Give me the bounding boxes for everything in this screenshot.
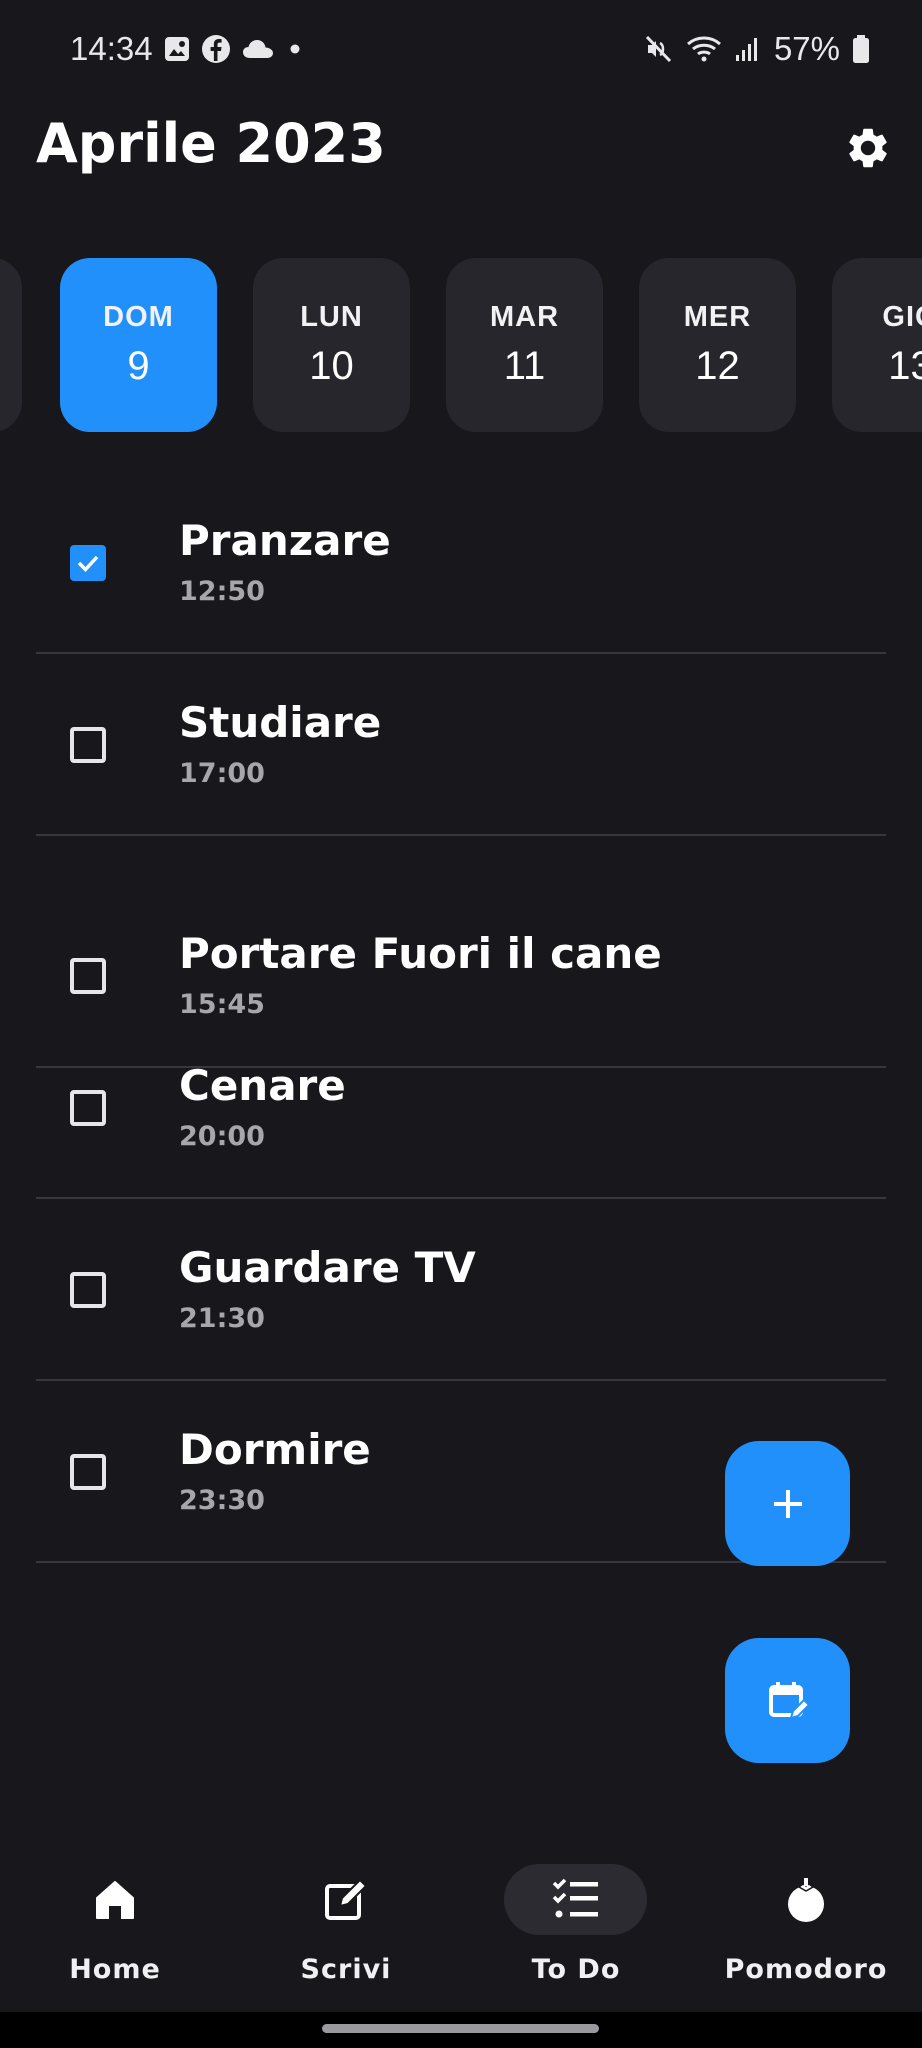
calendar-edit-icon: [768, 1681, 810, 1719]
task-time: 21:30: [179, 1303, 265, 1334]
day-name: MER: [683, 301, 752, 333]
task-title: Studiare: [179, 698, 382, 747]
day-card[interactable]: GIO 13: [832, 258, 922, 432]
divider: [36, 1379, 886, 1381]
task-checkbox[interactable]: [70, 958, 106, 994]
status-bar: 14:34 57%: [0, 0, 922, 100]
nav-todo[interactable]: To Do: [476, 1836, 676, 2012]
status-right: 57%: [642, 30, 870, 68]
task-title: Portare Fuori il cane: [179, 929, 662, 978]
gallery-icon: [165, 37, 189, 61]
day-strip[interactable]: DOM 9 LUN 10 MAR 11 MER 12 GIO 13: [0, 258, 922, 434]
day-name: DOM: [103, 301, 174, 333]
day-number: 11: [503, 344, 546, 388]
home-indicator[interactable]: [322, 2024, 599, 2033]
nav-home[interactable]: Home: [15, 1836, 215, 2012]
nav-scrivi[interactable]: Scrivi: [246, 1836, 446, 2012]
battery-percent: 57%: [773, 30, 840, 67]
tomato-icon: [780, 1874, 832, 1926]
task-title: Guardare TV: [179, 1243, 476, 1292]
nav-pomodoro[interactable]: Pomodoro: [706, 1836, 906, 2012]
battery-icon: [853, 35, 869, 63]
task-checkbox[interactable]: [70, 545, 106, 581]
nav-label: Pomodoro: [724, 1954, 888, 1985]
facebook-icon: [202, 35, 230, 63]
task-title: Dormire: [179, 1425, 371, 1474]
task-time: 17:00: [179, 758, 265, 789]
task-title: Cenare: [179, 1061, 346, 1110]
nav-label: Home: [69, 1954, 161, 1985]
day-card[interactable]: LUN 10: [253, 258, 410, 432]
gear-icon: [849, 128, 887, 168]
nav-label: To Do: [531, 1954, 621, 1985]
day-name: LUN: [300, 301, 363, 333]
cloud-icon: [243, 40, 273, 58]
day-name: MAR: [489, 301, 560, 333]
day-number: 13: [888, 344, 922, 388]
home-icon: [89, 1874, 141, 1926]
divider: [36, 834, 886, 836]
day-card-previous[interactable]: [0, 258, 22, 432]
wifi-icon: [686, 36, 721, 62]
plus-icon: [773, 1489, 802, 1518]
task-checkbox[interactable]: [70, 1454, 106, 1490]
day-number: 9: [127, 344, 150, 388]
task-time: 23:30: [179, 1485, 265, 1516]
task-time: 15:45: [179, 989, 265, 1020]
calendar-edit-button[interactable]: [725, 1638, 850, 1763]
add-task-button[interactable]: [725, 1441, 850, 1566]
task-checkbox[interactable]: [70, 1090, 106, 1126]
settings-button[interactable]: [840, 120, 896, 176]
day-card[interactable]: MAR 11: [446, 258, 603, 432]
day-card-selected[interactable]: DOM 9: [60, 258, 217, 432]
task-time: 20:00: [179, 1121, 265, 1152]
status-left-icons: [163, 34, 305, 64]
check-icon: [77, 555, 99, 573]
signal-icon: [735, 38, 757, 61]
day-card[interactable]: MER 12: [639, 258, 796, 432]
dot-icon: [290, 44, 300, 54]
page-title: Aprile 2023: [36, 112, 386, 175]
divider: [36, 652, 886, 654]
task-checkbox[interactable]: [70, 727, 106, 763]
nav-label: Scrivi: [300, 1954, 392, 1985]
task-checkbox[interactable]: [70, 1272, 106, 1308]
status-time: 14:34: [70, 30, 153, 67]
checklist-icon: [550, 1874, 602, 1926]
divider: [36, 1197, 886, 1199]
edit-icon: [320, 1874, 372, 1926]
bottom-nav: Home Scrivi To Do Pomodoro: [0, 1836, 922, 2012]
day-number: 12: [695, 344, 740, 388]
day-name: GIO: [882, 301, 922, 333]
day-number: 10: [309, 344, 354, 388]
mute-icon: [645, 35, 672, 63]
task-time: 12:50: [179, 576, 265, 607]
task-title: Pranzare: [179, 516, 391, 565]
divider: [36, 1066, 886, 1068]
